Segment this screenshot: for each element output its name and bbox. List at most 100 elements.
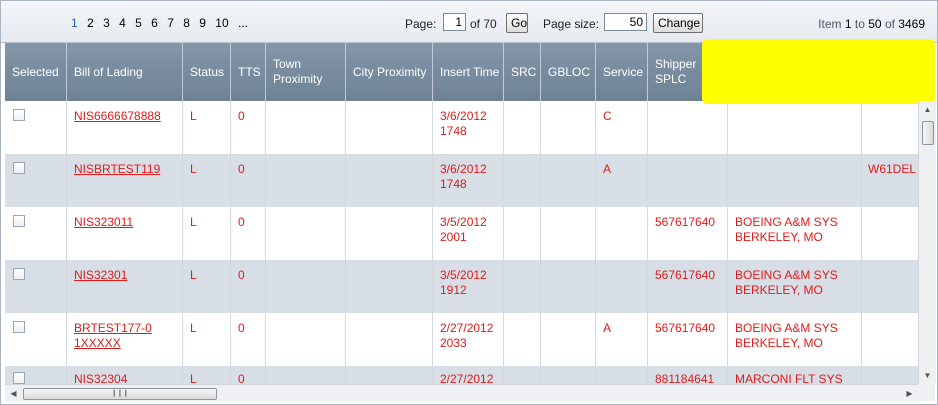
service-cell xyxy=(596,260,648,313)
tts-cell: 0 xyxy=(231,101,266,154)
page-link[interactable]: 4 xyxy=(119,16,126,30)
insert-time-cell: 3/6/2012 1748 xyxy=(433,101,504,154)
bill-of-lading-link[interactable]: NIS323011 xyxy=(67,207,183,260)
extra-cell xyxy=(862,313,918,366)
horizontal-scroll-thumb[interactable]: ❙❙❙ xyxy=(23,388,217,400)
shipper-name-cell: MARCONI FLT SYS xyxy=(728,366,862,384)
gbloc-cell xyxy=(541,313,596,366)
page-link[interactable]: 5 xyxy=(135,16,142,30)
bill-of-lading-link[interactable]: NIS32301 xyxy=(67,260,183,313)
src-cell xyxy=(504,260,541,313)
gbloc-cell xyxy=(541,207,596,260)
column-header-town-proximity[interactable]: Town Proximity xyxy=(266,43,346,101)
page-link[interactable]: 8 xyxy=(183,16,190,30)
pager-bar: 1 2 3 4 5 6 7 8 9 10 ... Page: 1 of 70 G… xyxy=(1,1,937,43)
shipper-name-cell: BOEING A&M SYS BERKELEY, MO xyxy=(728,313,862,366)
row-checkbox[interactable] xyxy=(13,372,25,384)
tts-cell: 0 xyxy=(231,154,266,207)
column-header-insert-time[interactable]: Insert Time xyxy=(433,43,504,101)
bill-of-lading-link[interactable]: NISBRTEST119 xyxy=(67,154,183,207)
highlight-mark xyxy=(702,39,935,104)
page-link[interactable]: 2 xyxy=(87,16,94,30)
shipper-splc-cell xyxy=(648,154,728,207)
service-cell: A xyxy=(596,313,648,366)
row-checkbox[interactable] xyxy=(13,109,25,121)
tts-cell: 0 xyxy=(231,260,266,313)
page-link[interactable]: 9 xyxy=(199,16,206,30)
vertical-scrollbar[interactable]: ▲ ▼ xyxy=(918,101,936,384)
shipper-splc-cell xyxy=(648,101,728,154)
shipper-name-cell xyxy=(728,101,862,154)
scroll-right-icon[interactable]: ▶ xyxy=(901,385,918,402)
scroll-up-icon[interactable]: ▲ xyxy=(919,101,936,118)
page-label: Page: xyxy=(405,17,437,31)
bill-of-lading-link[interactable]: NIS6666678888 xyxy=(67,101,183,154)
gbloc-cell xyxy=(541,101,596,154)
insert-time-cell: 3/5/2012 2001 xyxy=(433,207,504,260)
city-proximity-cell xyxy=(346,260,433,313)
page-link[interactable]: 10 xyxy=(215,16,228,30)
column-header-gbloc[interactable]: GBLOC xyxy=(541,43,596,101)
selected-cell xyxy=(5,207,67,260)
bill-of-lading-link[interactable]: NIS32304 xyxy=(67,366,183,384)
horizontal-scrollbar[interactable]: ◀ ❙❙❙ ▶ xyxy=(5,384,918,402)
page-link[interactable]: 1 xyxy=(71,16,78,30)
item-of-word: of xyxy=(884,17,895,31)
column-header-city-proximity[interactable]: City Proximity xyxy=(346,43,433,101)
row-checkbox[interactable] xyxy=(13,162,25,174)
page-more-link[interactable]: ... xyxy=(238,16,248,30)
row-checkbox[interactable] xyxy=(13,268,25,280)
column-header-tts[interactable]: TTS xyxy=(231,43,266,101)
column-header-selected[interactable]: Selected xyxy=(5,43,67,101)
selected-cell xyxy=(5,260,67,313)
table-row: NIS6666678888 L 0 3/6/2012 1748 C xyxy=(5,101,918,154)
service-cell: A xyxy=(596,154,648,207)
scroll-down-icon[interactable]: ▼ xyxy=(919,367,936,384)
scrollbar-corner xyxy=(918,384,935,401)
status-cell: L xyxy=(183,260,231,313)
insert-time-cell: 3/6/2012 1748 xyxy=(433,154,504,207)
scroll-left-icon[interactable]: ◀ xyxy=(5,385,22,402)
column-header-bill-of-lading[interactable]: Bill of Lading xyxy=(67,43,183,101)
change-button[interactable]: Change xyxy=(653,13,703,33)
service-cell xyxy=(596,366,648,384)
page-numbers: 1 2 3 4 5 6 7 8 9 10 ... xyxy=(71,16,254,30)
status-cell: L xyxy=(183,154,231,207)
shipper-splc-cell: 567617640 xyxy=(648,260,728,313)
page-number-input[interactable]: 1 xyxy=(443,13,466,31)
column-header-src[interactable]: SRC xyxy=(504,43,541,101)
shipper-name-cell: BOEING A&M SYS BERKELEY, MO xyxy=(728,260,862,313)
item-to-word: to xyxy=(854,17,865,31)
src-cell xyxy=(504,154,541,207)
grid-frame: 1 2 3 4 5 6 7 8 9 10 ... Page: 1 of 7 0 G… xyxy=(0,0,938,405)
src-cell xyxy=(504,207,541,260)
tts-cell: 0 xyxy=(231,313,266,366)
selected-cell xyxy=(5,313,67,366)
go-button[interactable]: Go xyxy=(506,13,528,33)
tts-cell: 0 xyxy=(231,207,266,260)
bill-of-lading-link[interactable]: BRTEST177-01XXXXX xyxy=(67,313,183,366)
page-link[interactable]: 7 xyxy=(167,16,174,30)
vertical-scroll-thumb[interactable] xyxy=(922,121,934,145)
town-proximity-cell xyxy=(266,313,346,366)
row-checkbox[interactable] xyxy=(13,321,25,333)
insert-time-cell: 3/5/2012 1912 xyxy=(433,260,504,313)
city-proximity-cell xyxy=(346,154,433,207)
table-row: NISBRTEST119 L 0 3/6/2012 1748 A W61DEL xyxy=(5,154,918,207)
column-header-status[interactable]: Status xyxy=(183,43,231,101)
column-header-service[interactable]: Service xyxy=(596,43,648,101)
city-proximity-cell xyxy=(346,366,433,384)
status-cell: L xyxy=(183,101,231,154)
page-link[interactable]: 6 xyxy=(151,16,158,30)
page-link[interactable]: 3 xyxy=(103,16,110,30)
gbloc-cell xyxy=(541,154,596,207)
shipper-name-cell xyxy=(728,154,862,207)
extra-cell xyxy=(862,260,918,313)
status-cell: L xyxy=(183,366,231,384)
row-checkbox[interactable] xyxy=(13,215,25,227)
town-proximity-cell xyxy=(266,101,346,154)
column-header-shipper-splc[interactable]: Shipper SPLC xyxy=(648,43,706,101)
gbloc-cell xyxy=(541,366,596,384)
item-from: 1 xyxy=(844,17,852,31)
page-size-input[interactable]: 50 xyxy=(604,13,647,31)
